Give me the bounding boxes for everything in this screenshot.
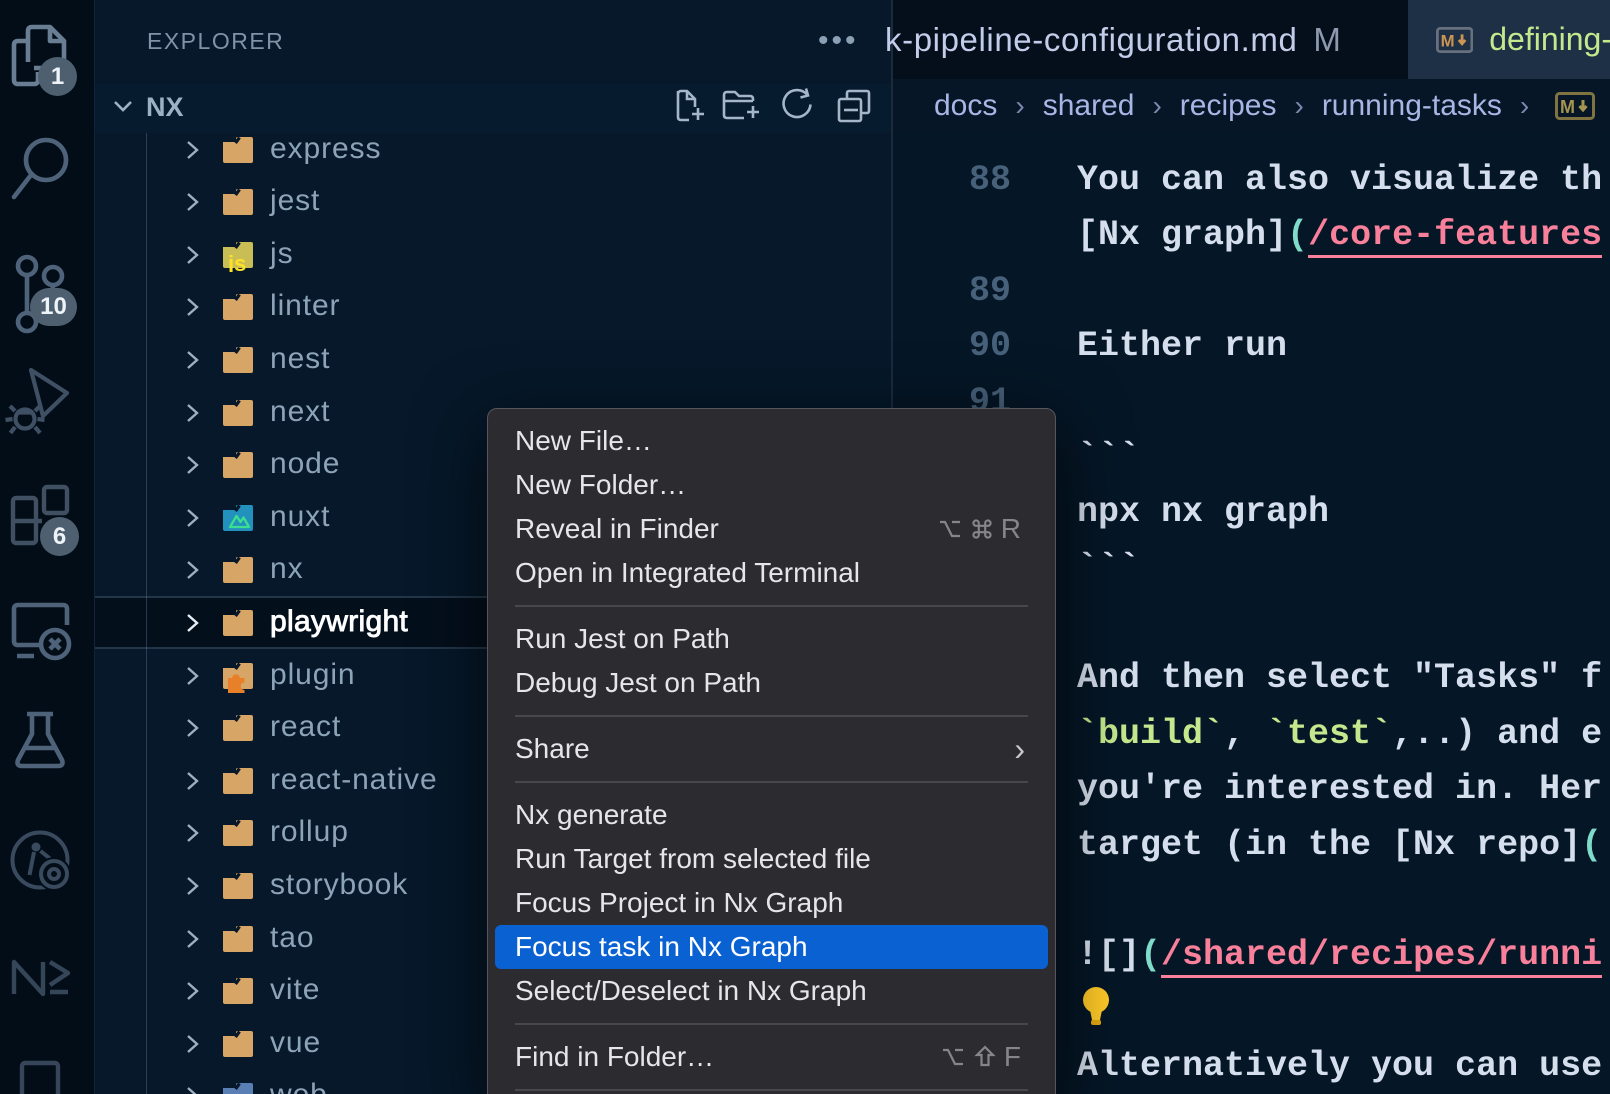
svg-text:M: M	[1560, 97, 1575, 117]
svg-text:js: js	[227, 251, 246, 272]
svg-text:M: M	[1441, 31, 1455, 50]
